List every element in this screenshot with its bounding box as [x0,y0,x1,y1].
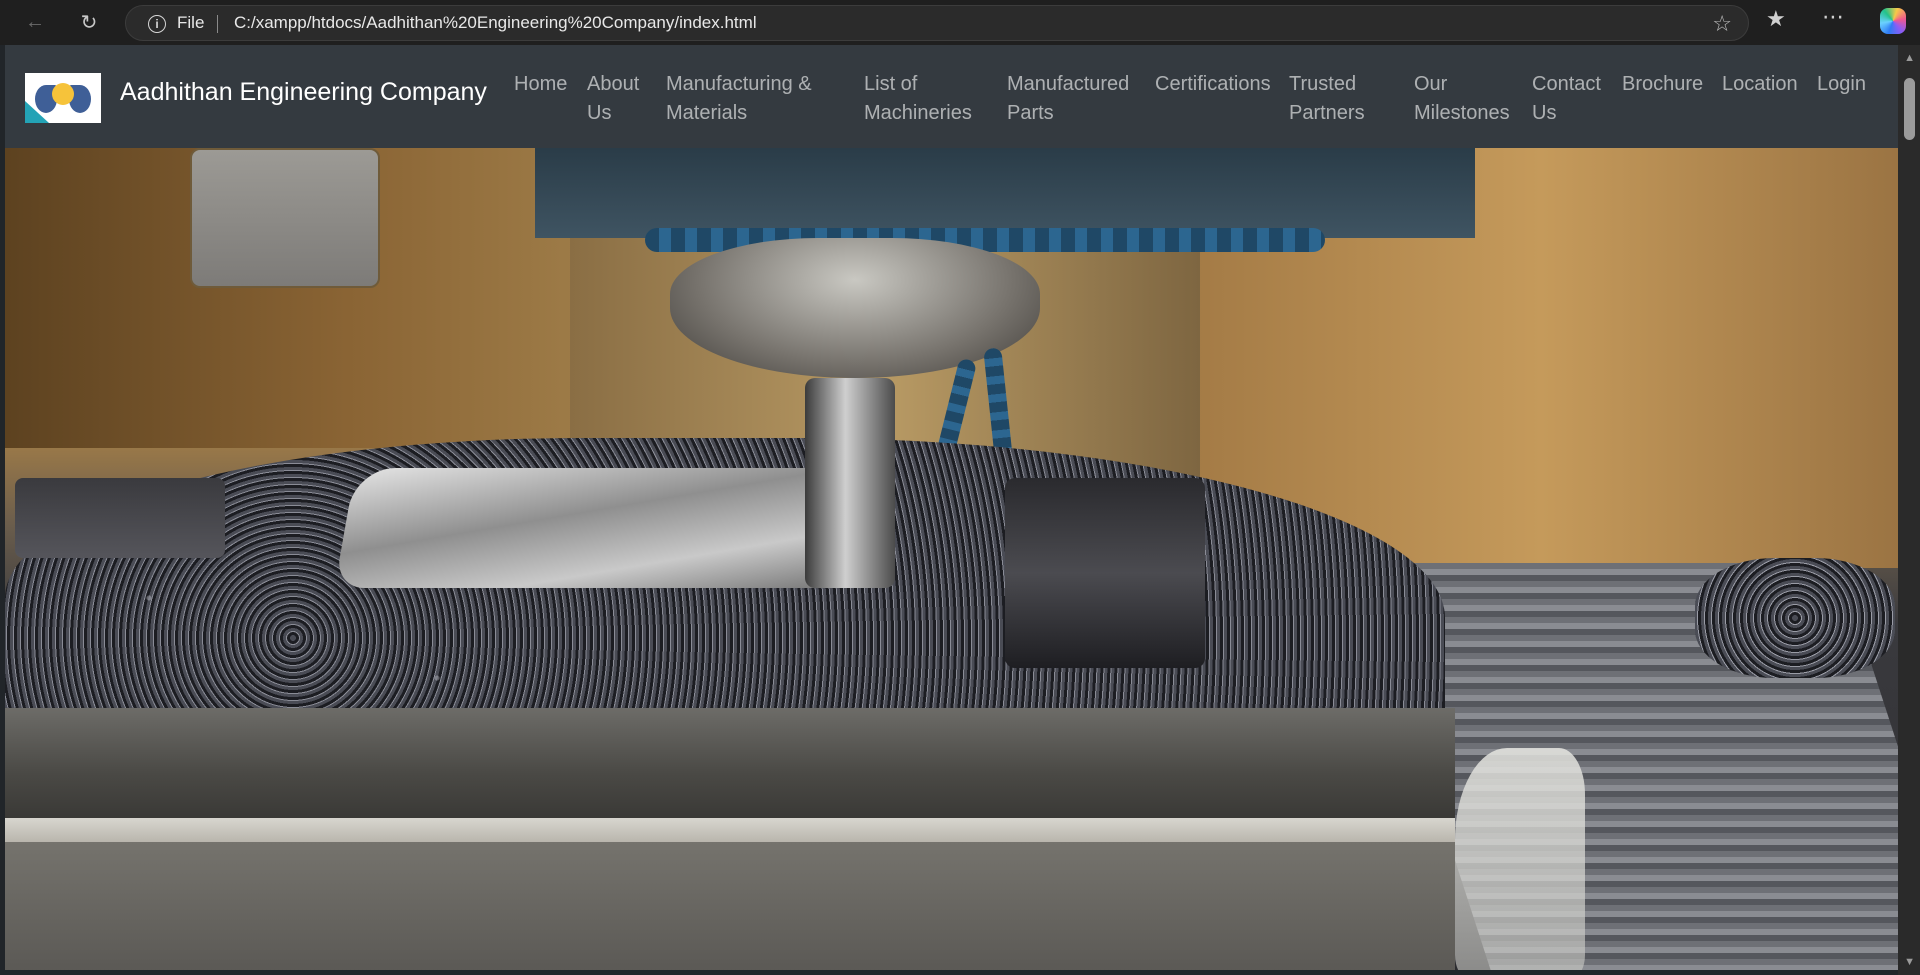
nav-link-brochure[interactable]: Brochure [1622,70,1703,99]
reload-icon[interactable]: ↻ [71,4,107,40]
company-logo[interactable] [25,73,101,123]
copilot-icon[interactable] [1880,8,1906,34]
browser-toolbar: ← ↻ i File C:/xampp/htdocs/Aadhithan%20E… [0,0,1920,45]
nav-link-our-milestones[interactable]: Our Milestones [1414,70,1510,128]
site-navbar: Aadhithan Engineering Company Home About… [5,45,1898,148]
nav-link-certifications[interactable]: Certifications [1155,70,1271,99]
nav-link-manufacturing-materials[interactable]: Manufacturing & Materials [666,70,812,128]
scheme-label: File [177,13,205,32]
nav-link-login[interactable]: Login [1817,70,1866,99]
brand-name[interactable]: Aadhithan Engineering Company [120,78,487,107]
hero-image-cnc-machining [5,148,1898,970]
address-separator [217,15,218,33]
scroll-down-arrow-icon[interactable]: ▼ [1904,956,1915,968]
url-text[interactable]: C:/xampp/htdocs/Aadhithan%20Engineering%… [234,13,757,33]
nav-link-home[interactable]: Home [514,70,567,99]
info-icon[interactable]: i [148,15,166,33]
nav-link-machineries[interactable]: List of Machineries [864,70,972,128]
nav-link-location[interactable]: Location [1722,70,1798,99]
star-icon[interactable]: ☆ [1712,11,1732,37]
favorites-icon[interactable]: ★ [1766,6,1786,32]
page-scrollbar[interactable] [1898,45,1920,975]
back-arrow-icon[interactable]: ← [17,4,53,40]
scroll-up-arrow-icon[interactable]: ▲ [1904,52,1915,64]
address-bar[interactable]: i File C:/xampp/htdocs/Aadhithan%20Engin… [125,5,1749,41]
nav-link-trusted-partners[interactable]: Trusted Partners [1289,70,1365,128]
more-icon[interactable]: ⋯ [1822,4,1845,30]
nav-link-about-us[interactable]: About Us [587,70,639,128]
nav-link-contact-us[interactable]: Contact Us [1532,70,1601,128]
nav-link-manufactured-parts[interactable]: Manufactured Parts [1007,70,1129,128]
scrollbar-thumb[interactable] [1904,78,1915,140]
